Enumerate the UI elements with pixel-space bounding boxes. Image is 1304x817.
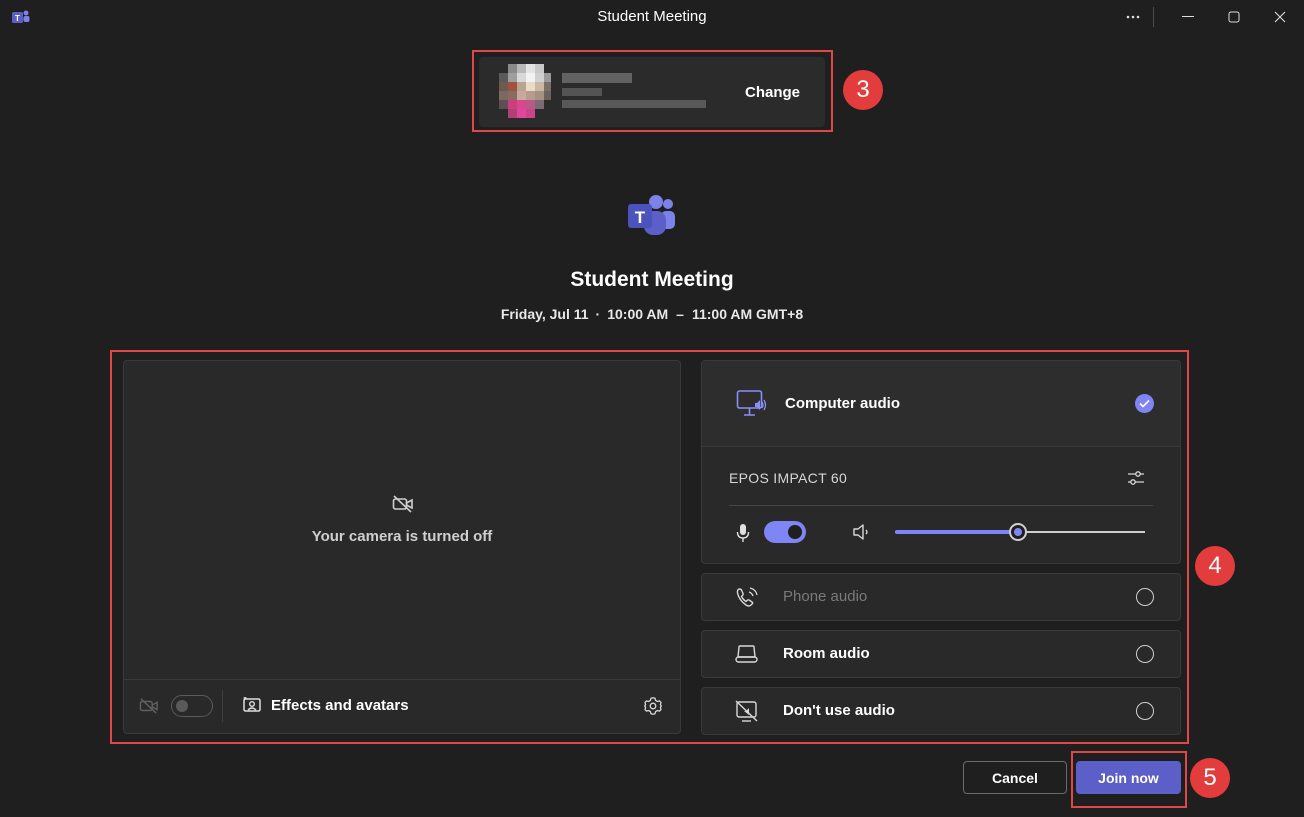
no-audio-option[interactable]: Don't use audio	[701, 687, 1181, 735]
microphone-icon	[736, 524, 750, 542]
cancel-button[interactable]: Cancel	[963, 761, 1067, 794]
svg-text:T: T	[635, 208, 646, 227]
gear-icon[interactable]	[643, 696, 663, 716]
maximize-icon[interactable]	[1211, 0, 1257, 34]
meeting-end-time: 11:00 AM GMT+8	[691, 306, 804, 322]
audio-device-name: EPOS IMPACT 60	[729, 470, 848, 486]
microphone-toggle[interactable]	[764, 521, 806, 543]
blurred-account-email	[562, 100, 706, 108]
computer-audio-option[interactable]: Computer audio	[702, 361, 1180, 447]
blurred-account-name	[562, 73, 632, 83]
phone-audio-radio[interactable]	[1136, 588, 1154, 606]
join-now-button[interactable]: Join now	[1076, 761, 1181, 794]
camera-toggle-knob	[176, 700, 188, 712]
effects-icon	[243, 697, 261, 712]
camera-off-message: Your camera is turned off	[311, 528, 493, 545]
computer-audio-icon	[736, 390, 767, 416]
volume-slider-fill	[895, 530, 1018, 534]
microphone-toggle-knob	[788, 525, 802, 539]
volume-slider-thumb[interactable]	[1008, 523, 1027, 541]
computer-audio-label: Computer audio	[785, 395, 900, 412]
annotation-badge-5: 5	[1190, 758, 1230, 798]
meeting-time: Friday, Jul 11 · 10:00 AM –11:00 AM GMT+8	[0, 306, 1304, 322]
video-preview: Your camera is turned off Effects and av…	[123, 360, 681, 734]
avatar	[499, 64, 551, 118]
phone-audio-icon	[736, 587, 758, 607]
phone-audio-label: Phone audio	[783, 588, 868, 605]
blurred-account-detail	[562, 88, 602, 96]
video-controls-bar: Effects and avatars	[124, 679, 680, 733]
camera-toggle[interactable]	[171, 695, 213, 717]
more-options-icon[interactable]	[1110, 0, 1156, 34]
titlebar-divider	[1153, 7, 1154, 27]
effects-and-avatars-button[interactable]: Effects and avatars	[242, 696, 409, 714]
title-bar: T Student Meeting	[0, 0, 1304, 34]
teams-logo-icon: T	[628, 195, 675, 235]
no-audio-radio[interactable]	[1136, 702, 1154, 720]
meeting-title: Student Meeting	[570, 268, 734, 291]
room-audio-label: Room audio	[783, 645, 870, 662]
account-picker[interactable]: Change	[479, 57, 825, 127]
change-account-button[interactable]: Change	[745, 84, 800, 101]
camera-off-icon	[392, 495, 413, 513]
computer-audio-panel[interactable]: Computer audio EPOS IMPACT 60	[701, 360, 1181, 564]
no-audio-icon	[735, 700, 758, 722]
effects-label: Effects and avatars	[271, 696, 409, 714]
meeting-start-time: 10:00 AM	[607, 306, 669, 322]
device-settings-sliders-icon[interactable]	[1126, 468, 1146, 488]
room-audio-option[interactable]: Room audio	[701, 630, 1181, 678]
time-separator-dash: –	[676, 306, 684, 322]
annotation-badge-4: 4	[1195, 546, 1235, 586]
speaker-volume-icon	[853, 524, 868, 540]
minimize-icon[interactable]	[1165, 0, 1211, 34]
meeting-date: Friday, Jul 11	[500, 306, 589, 322]
controls-divider	[222, 690, 223, 722]
camera-off-small-icon	[139, 698, 158, 714]
time-separator-dot: ·	[595, 306, 601, 322]
window-title: Student Meeting	[597, 8, 707, 25]
selected-check-icon	[1135, 394, 1154, 413]
close-icon[interactable]	[1257, 0, 1303, 34]
room-audio-icon	[735, 645, 758, 663]
phone-audio-option[interactable]: Phone audio	[701, 573, 1181, 621]
audio-divider	[729, 505, 1153, 506]
room-audio-radio[interactable]	[1136, 645, 1154, 663]
annotation-badge-3: 3	[843, 70, 883, 110]
volume-slider[interactable]	[895, 523, 1145, 541]
no-audio-label: Don't use audio	[783, 702, 895, 719]
